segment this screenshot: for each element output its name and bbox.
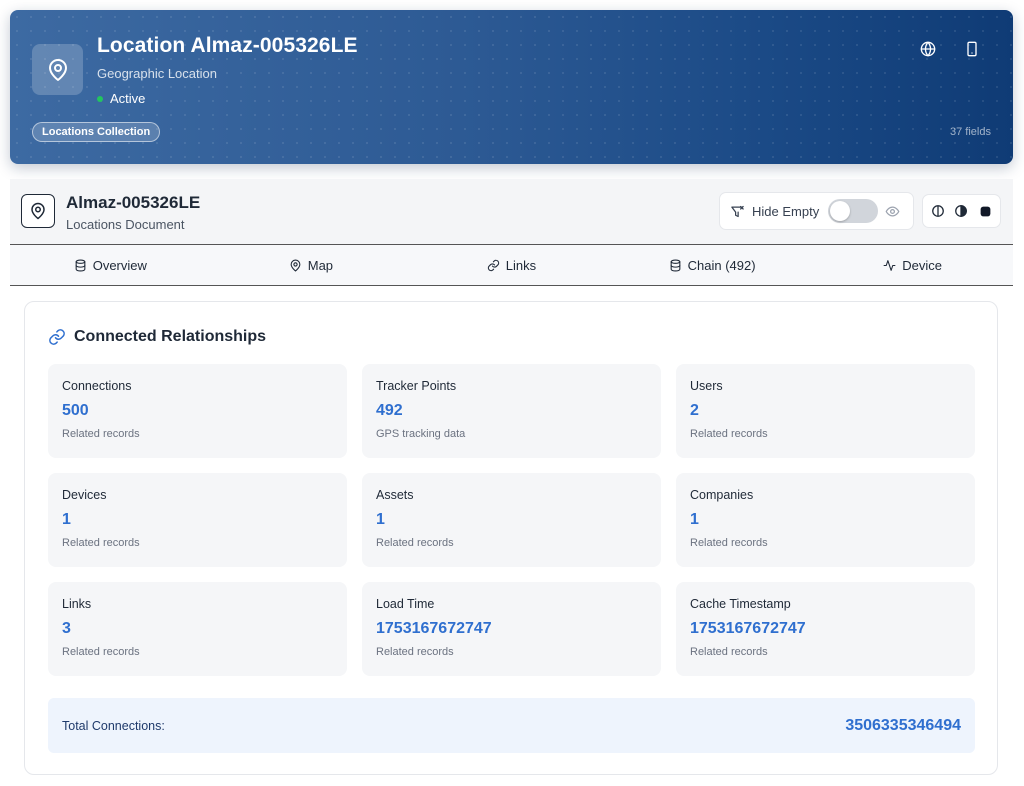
contrast-icon [955, 205, 968, 217]
stat-description: Related records [690, 646, 768, 658]
stat-value: 492 [376, 402, 403, 419]
stat-value: 2 [690, 402, 699, 419]
document-header: Almaz-005326LE Locations Document Hide E… [10, 179, 1013, 245]
stat-value: 1 [62, 511, 71, 528]
location-hero-banner: Location Almaz-005326LE Geographic Locat… [10, 10, 1013, 164]
stat-description: Related records [690, 537, 768, 549]
status-label: Active [110, 91, 146, 106]
stat-label: Connections [62, 379, 132, 393]
stat-value: 1 [690, 511, 699, 528]
theme-dark-button[interactable] [974, 200, 996, 222]
stat-label: Load Time [376, 597, 435, 611]
tab-overview[interactable]: Overview [10, 245, 211, 285]
stat-label: Cache Timestamp [690, 597, 791, 611]
database-icon [670, 259, 680, 271]
page-subtitle: Geographic Location [97, 66, 217, 81]
collection-badge[interactable]: Locations Collection [32, 122, 161, 142]
stat-card-companies: Companies 1 Related records [676, 473, 975, 567]
status-dot-icon [97, 95, 103, 102]
stat-value: 1753167672747 [690, 620, 806, 637]
link-icon [49, 329, 65, 345]
stat-label: Companies [690, 488, 754, 502]
section-title: Connected Relationships [48, 328, 266, 346]
stat-card-users: Users 2 Related records [676, 364, 975, 458]
tab-label: Map [307, 257, 334, 273]
hide-empty-toggle[interactable] [828, 199, 879, 223]
stat-description: Related records [376, 646, 454, 658]
theme-switcher [922, 194, 1001, 228]
tab-label: Chain (492) [687, 257, 756, 273]
tab-links[interactable]: Links [411, 245, 612, 285]
database-icon [75, 259, 86, 271]
stat-description: Related records [62, 537, 140, 549]
stat-description: Related records [62, 428, 140, 440]
stat-card-connections: Connections 500 Related records [48, 364, 347, 458]
tab-label: Overview [92, 257, 147, 273]
hide-empty-label: Hide Empty [752, 203, 820, 219]
mobile-view-button[interactable] [961, 38, 983, 60]
stat-description: Related records [376, 537, 454, 549]
stat-card-cache-timestamp: Cache Timestamp 1753167672747 Related re… [676, 582, 975, 676]
smartphone-icon [967, 41, 977, 57]
stat-label: Links [62, 597, 92, 611]
stat-card-devices: Devices 1 Related records [48, 473, 347, 567]
stat-value: 3 [62, 620, 71, 637]
document-title: Almaz-005326LE [66, 193, 201, 212]
stat-value: 1 [376, 511, 385, 528]
stat-label: Tracker Points [376, 379, 457, 393]
theme-auto-button[interactable] [950, 200, 972, 222]
globe-icon [920, 41, 936, 57]
tab-chain[interactable]: Chain (492) [612, 245, 813, 285]
eye-icon [885, 206, 900, 216]
stat-value: 500 [62, 402, 89, 419]
document-subtitle: Locations Document [66, 217, 185, 232]
map-pin-icon [48, 58, 67, 81]
globe-button[interactable] [917, 38, 939, 60]
activity-icon [883, 259, 896, 271]
section-title-text: Connected Relationships [74, 328, 267, 345]
total-connections-value: 3506335346494 [845, 716, 961, 734]
document-icon-box [21, 194, 55, 228]
stat-description: Related records [62, 646, 140, 658]
total-connections-label: Total Connections: [62, 718, 165, 733]
filter-x-icon [731, 205, 744, 217]
tab-label: Device [902, 257, 943, 273]
toggle-knob [830, 201, 851, 221]
theme-light-button[interactable] [927, 200, 949, 222]
stat-label: Devices [62, 488, 107, 502]
map-pin-icon [31, 202, 45, 220]
document-tabs: Overview Map Links Chain (492) Device [10, 245, 1013, 286]
stats-grid: Connections 500 Related records Tracker … [48, 364, 975, 676]
fields-count: 37 fields [950, 126, 991, 138]
tab-map[interactable]: Map [211, 245, 412, 285]
circle-half-outline-icon [931, 205, 944, 217]
stat-label: Users [690, 379, 723, 393]
stat-card-tracker-points: Tracker Points 492 GPS tracking data [362, 364, 661, 458]
stat-label: Assets [376, 488, 414, 502]
stat-card-assets: Assets 1 Related records [362, 473, 661, 567]
tab-label: Links [505, 257, 537, 273]
connected-relationships-card: Connected Relationships Connections 500 … [24, 301, 998, 775]
link-icon [487, 259, 499, 271]
stat-value: 1753167672747 [376, 620, 492, 637]
total-connections-bar: Total Connections: 3506335346494 [48, 698, 975, 753]
location-icon-box [32, 44, 83, 95]
stat-card-load-time: Load Time 1753167672747 Related records [362, 582, 661, 676]
filled-square-icon [980, 206, 991, 216]
stat-description: GPS tracking data [376, 428, 466, 440]
page-title: Location Almaz-005326LE [97, 34, 358, 57]
map-pin-icon [290, 259, 301, 272]
status-indicator: Active [97, 91, 145, 106]
hide-empty-control: Hide Empty [719, 192, 914, 230]
tab-device[interactable]: Device [812, 245, 1013, 285]
stat-description: Related records [690, 428, 768, 440]
stat-card-links: Links 3 Related records [48, 582, 347, 676]
